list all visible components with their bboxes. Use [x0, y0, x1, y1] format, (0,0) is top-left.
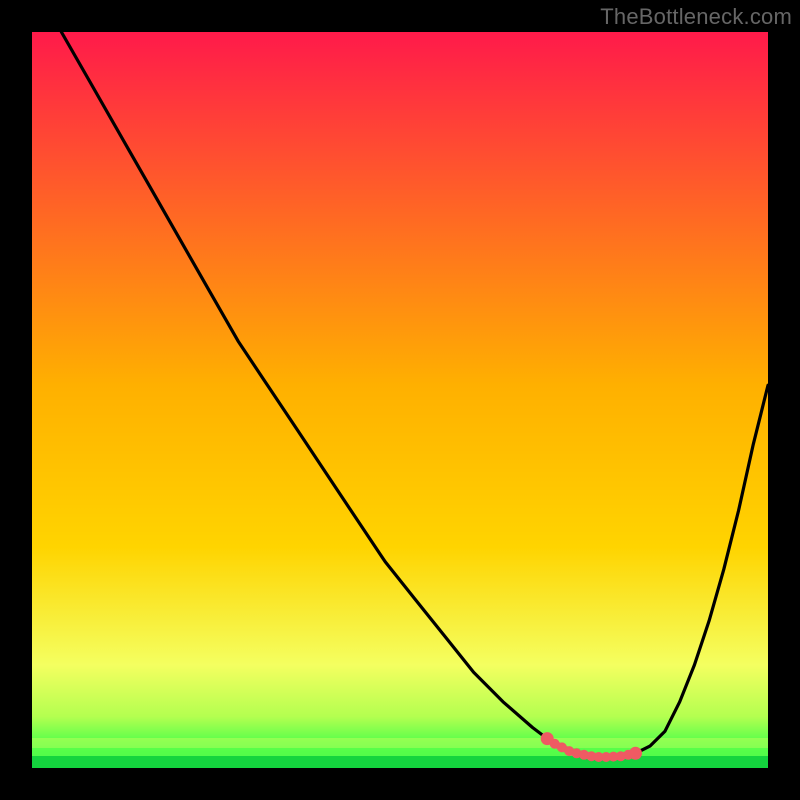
plot-window: [32, 32, 768, 768]
highlight-marker: [630, 747, 642, 759]
bottleneck-chart: [0, 0, 800, 800]
green-band-2b: [32, 748, 768, 756]
green-band-3b: [32, 756, 768, 768]
attribution-label: TheBottleneck.com: [600, 4, 792, 30]
